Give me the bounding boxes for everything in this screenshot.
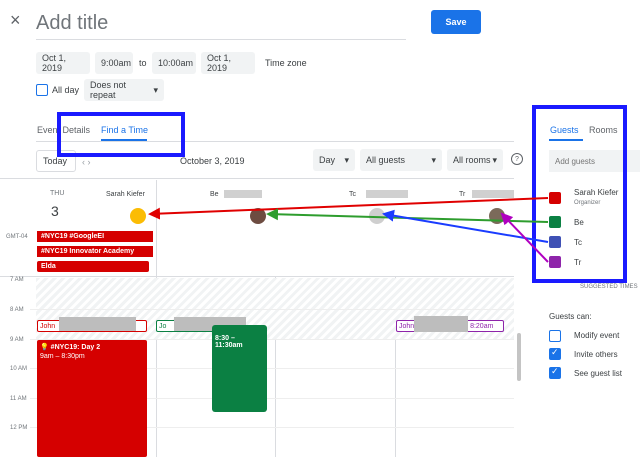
annotation-arrows: [148, 197, 549, 263]
red-arrow: [148, 197, 549, 220]
blue-arrow: [382, 209, 549, 243]
